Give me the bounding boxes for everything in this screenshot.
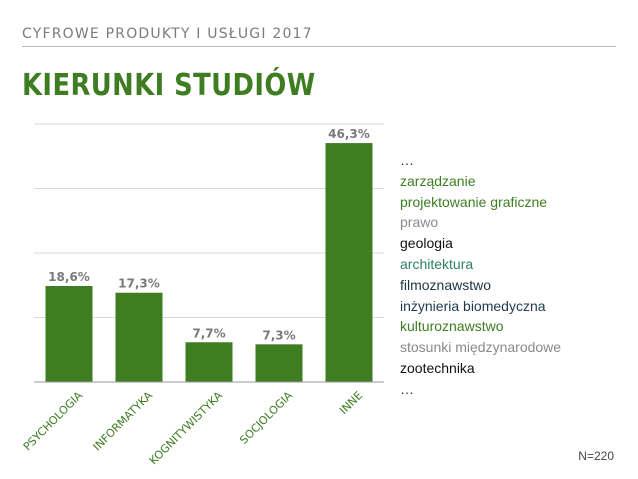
bar-informatyka [115, 292, 163, 382]
other-field-item: … [400, 152, 414, 168]
other-field-item: prawo [400, 214, 439, 231]
bar-kognitywistyka [185, 342, 233, 382]
category-label: KOGNITYWISTYKA [147, 389, 226, 468]
other-field-item: architektura [400, 255, 474, 272]
bar-socjologia [255, 344, 303, 382]
data-label: 18,6% [48, 270, 90, 284]
data-label: 46,3% [328, 127, 370, 141]
other-field-item: … [400, 380, 414, 397]
other-field-item: stosunki międzynarodowe [400, 339, 562, 356]
category-label: PSYCHOLOGIA [21, 389, 86, 454]
bar-inne [325, 143, 373, 382]
data-label: 7,7% [192, 326, 225, 340]
category-label: INNE [337, 389, 365, 417]
other-field-item: inżynieria biomedyczna [400, 297, 546, 314]
data-label: 17,3% [118, 277, 160, 291]
other-field-item: zootechnika [400, 359, 475, 376]
other-field-item: kulturoznawstwo [400, 318, 504, 335]
sample-size-note: N=220 [578, 449, 614, 463]
other-fields-list: … zarządzanie projektowanie graficzne prawo… [400, 150, 620, 400]
other-field-item: projektowanie graficzne [400, 193, 548, 210]
other-field-item: geologia [400, 235, 453, 252]
bar-psychologia [45, 286, 93, 382]
data-label: 7,3% [262, 328, 295, 342]
category-label: INFORMATYKA [91, 389, 156, 454]
other-field-item: filmoznawstwo [400, 276, 492, 293]
category-label: SOCJOLOGIA [237, 389, 295, 447]
other-field-item: zarządzanie [400, 172, 476, 189]
